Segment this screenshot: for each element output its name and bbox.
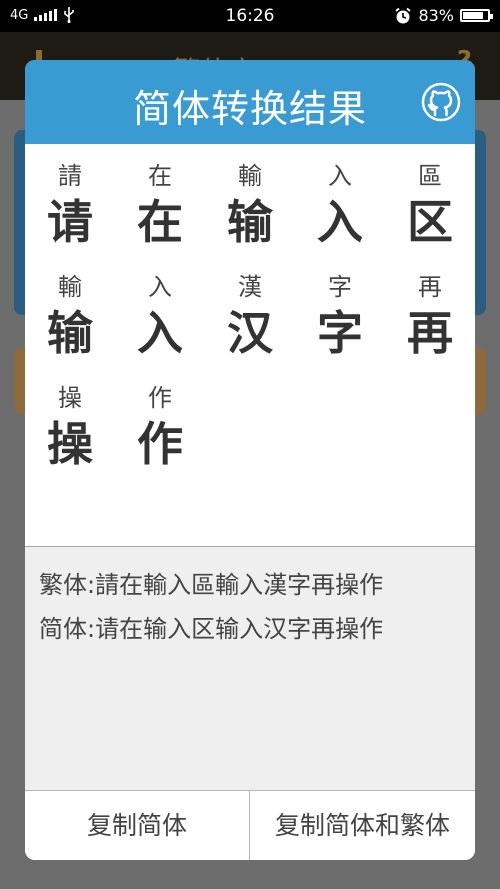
status-right: 83% [394, 6, 493, 25]
dialog-footer: 复制简体 复制简体和繁体 [25, 790, 475, 860]
traditional-char: 在 [148, 162, 172, 190]
simplified-char: 操 [47, 417, 93, 471]
char-pair: 作作 [115, 380, 205, 472]
status-bar: 4G 16:26 83% [0, 0, 500, 32]
char-pair: 輸输 [25, 269, 115, 361]
traditional-char: 漢 [238, 273, 262, 301]
traditional-char: 輸 [58, 273, 82, 301]
result-text-area: 繁体:請在輸入區輸入漢字再操作 简体:请在输入区输入汉字再操作 [25, 546, 475, 791]
copy-simplified-and-traditional-button[interactable]: 复制简体和繁体 [250, 791, 475, 860]
char-pair: 漢汉 [205, 269, 295, 361]
traditional-char: 再 [418, 273, 442, 301]
traditional-result-line: 繁体:請在輸入區輸入漢字再操作 [39, 571, 384, 599]
traditional-char: 入 [328, 162, 352, 190]
character-grid: 請请在在輸输入入區区輸输入入漢汉字字再再操操作作 [25, 144, 475, 546]
simplified-char: 区 [407, 195, 453, 249]
simplified-char: 输 [227, 195, 273, 249]
char-pair: 操操 [25, 380, 115, 472]
alarm-icon [395, 7, 412, 23]
simplified-char: 入 [317, 195, 363, 249]
char-pair: 輸输 [205, 158, 295, 250]
traditional-char: 輸 [238, 162, 262, 190]
traditional-char: 請 [58, 162, 82, 190]
simplified-char: 入 [137, 306, 183, 360]
char-pair: 入入 [115, 269, 205, 361]
battery-icon [460, 9, 493, 22]
dialog-header: 简体转换结果 [25, 60, 475, 145]
char-pair: 再再 [385, 269, 475, 361]
simplified-char: 在 [137, 195, 183, 249]
traditional-char: 作 [148, 384, 172, 412]
simplified-char: 再 [407, 306, 453, 360]
traditional-char: 操 [58, 384, 82, 412]
simplified-result-line: 简体:请在输入区输入汉字再操作 [39, 615, 384, 643]
simplified-char: 字 [317, 306, 363, 360]
simplified-char: 输 [47, 306, 93, 360]
simplified-char: 请 [47, 195, 93, 249]
battery-fill [463, 12, 483, 19]
traditional-char: 區 [418, 162, 442, 190]
char-pair: 區区 [385, 158, 475, 250]
simplified-char: 作 [137, 417, 183, 471]
char-pair: 請请 [25, 158, 115, 250]
copy-simplified-button[interactable]: 复制简体 [25, 791, 249, 860]
traditional-char: 字 [328, 273, 352, 301]
github-icon[interactable] [421, 82, 461, 122]
simplified-char: 汉 [227, 306, 273, 360]
conversion-result-dialog: 简体转换结果 請请在在輸输入入區区輸输入入漢汉字字再再操操作作 繁体:請在輸入區… [25, 60, 475, 860]
char-pair: 在在 [115, 158, 205, 250]
battery-percent: 83% [418, 6, 454, 25]
char-pair: 字字 [295, 269, 385, 361]
traditional-char: 入 [148, 273, 172, 301]
dialog-title: 简体转换结果 [132, 87, 367, 131]
char-pair: 入入 [295, 158, 385, 250]
